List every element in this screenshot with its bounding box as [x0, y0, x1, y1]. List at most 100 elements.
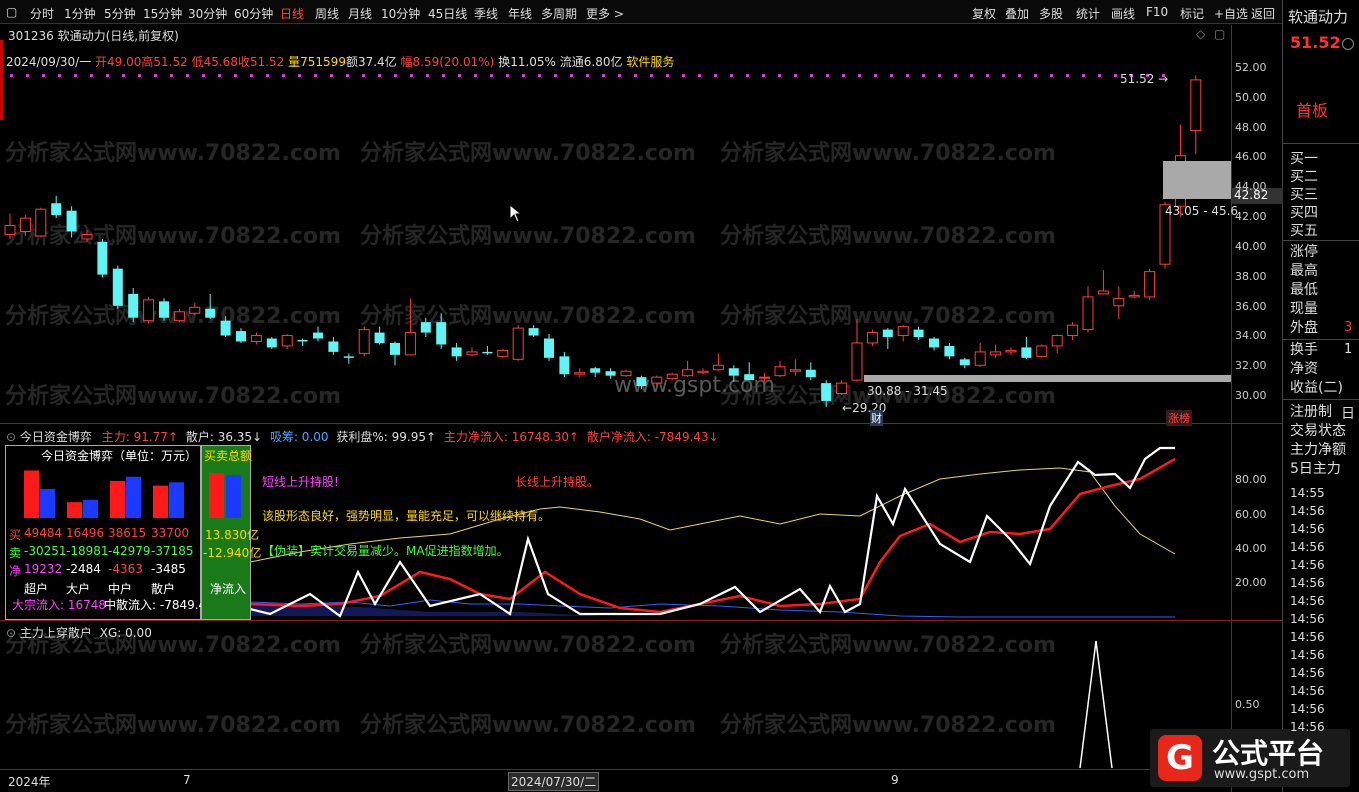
fund-bars — [24, 470, 184, 518]
board-label: 首板 — [1296, 101, 1329, 120]
candle-body — [544, 338, 554, 358]
candle-body — [944, 345, 955, 357]
bid-4: 买四 — [1290, 205, 1318, 221]
period-5min[interactable]: 5分钟 — [104, 5, 136, 22]
period-day[interactable]: 日线 — [280, 5, 304, 22]
candle-body — [220, 320, 231, 336]
limit-dot — [1082, 74, 1085, 78]
zhuli-value: 主力: 91.77↑ — [101, 430, 179, 444]
total-title: 买卖总额 — [204, 449, 253, 463]
candle-body — [666, 373, 678, 380]
period-30min[interactable]: 30分钟 — [188, 5, 227, 22]
candle-body — [112, 268, 123, 306]
limit-dot — [58, 74, 61, 78]
limit-dot — [650, 74, 653, 78]
fund-buy-bar — [153, 485, 168, 518]
candle-body — [836, 382, 848, 395]
period-more[interactable]: 更多 > — [586, 5, 624, 22]
candle-body — [682, 369, 694, 377]
period-month[interactable]: 月线 — [348, 5, 372, 22]
tick-time: 14:56 — [1290, 630, 1325, 644]
limit-dot — [906, 74, 909, 78]
candle-body — [590, 368, 601, 373]
stat-jingzi: 净资 — [1290, 361, 1318, 377]
col-sanhu: 散户 — [151, 582, 176, 596]
candle-body — [81, 233, 93, 240]
limit-dot — [26, 74, 29, 78]
limit-dot — [202, 74, 205, 78]
back-button[interactable]: 返回 — [1251, 5, 1275, 22]
sell-zhonghu: -42979 — [108, 544, 151, 558]
y-tick: 36.00 — [1235, 300, 1267, 313]
total-sell-bar — [226, 475, 241, 518]
period-45day[interactable]: 45日线 — [428, 5, 467, 22]
biaoji-button[interactable]: 标记 — [1180, 5, 1204, 22]
huaxian-button[interactable]: 画线 — [1111, 5, 1135, 22]
candle-body — [4, 225, 16, 235]
zixuan-button[interactable]: +自选 — [1214, 5, 1248, 22]
fund-panel-title: 今日资金博弈（单位：万元） — [41, 449, 198, 463]
y-tick: 50.00 — [1235, 91, 1267, 104]
period-fenshi[interactable]: 分时 — [30, 5, 54, 22]
divider — [1283, 339, 1359, 340]
divider — [0, 769, 1283, 770]
logo-main: 公式平台 — [1212, 737, 1325, 770]
candle-body — [205, 308, 216, 318]
candle-body — [866, 332, 878, 344]
candle-body — [404, 332, 416, 356]
candle-body — [297, 340, 308, 342]
diejia-button[interactable]: 叠加 — [1005, 5, 1029, 22]
period-15min[interactable]: 15分钟 — [143, 5, 182, 22]
period-week[interactable]: 周线 — [315, 5, 339, 22]
candle-body — [313, 332, 323, 339]
xg-line — [1079, 640, 1113, 769]
menu-icon[interactable]: ▢ — [6, 5, 17, 19]
candle-body — [744, 374, 755, 381]
tick-time: 14:56 — [1290, 558, 1325, 572]
signal-text-3: 该股形态良好，强势明显，量能充足，可以继续持有。 — [262, 509, 551, 523]
zhuli-net-value: 主力净流入: 16748.30↑ — [443, 430, 580, 444]
tick-time: 14:56 — [1290, 612, 1325, 626]
bid-5: 买五 — [1290, 223, 1318, 239]
period-1min[interactable]: 1分钟 — [64, 5, 96, 22]
limit-dot — [1034, 74, 1037, 78]
period-year[interactable]: 年线 — [508, 5, 532, 22]
info-icon[interactable] — [1342, 38, 1354, 50]
candle-body — [959, 359, 970, 366]
price-range-bar — [864, 375, 1231, 382]
limit-dot — [1098, 74, 1101, 78]
candle-body — [774, 366, 786, 377]
limit-dot — [74, 74, 77, 78]
candle-body — [1036, 345, 1048, 357]
limit-dot — [858, 74, 861, 78]
fuquan-button[interactable]: 复权 — [972, 5, 996, 22]
limit-dot — [778, 74, 781, 78]
candle-body — [236, 331, 246, 342]
period-season[interactable]: 季线 — [474, 5, 498, 22]
zhangbang-marker[interactable]: 涨榜 — [1166, 410, 1192, 426]
period-multi[interactable]: 多周期 — [541, 5, 577, 22]
tick-time: 14:56 — [1290, 648, 1325, 662]
cai-marker[interactable]: 财 — [870, 410, 883, 426]
candlestick-chart[interactable] — [0, 25, 1231, 423]
tongji-button[interactable]: 统计 — [1076, 5, 1100, 22]
candle-body — [143, 299, 155, 322]
indicator1-name[interactable]: 今日资金博弈 — [20, 430, 92, 444]
period-60min[interactable]: 60分钟 — [234, 5, 273, 22]
candle-body — [420, 322, 431, 333]
limit-dot — [170, 74, 173, 78]
candle-body — [343, 356, 354, 358]
buy-sanhu: 33700 — [151, 526, 190, 540]
limit-dot — [586, 74, 589, 78]
f10-button[interactable]: F10 — [1146, 5, 1168, 19]
collapse-icon[interactable]: ⊙ — [6, 430, 16, 444]
limit-dot — [762, 74, 765, 78]
limit-dot — [250, 74, 253, 78]
duogu-button[interactable]: 多股 — [1039, 5, 1063, 22]
candle-body — [436, 322, 447, 345]
limit-dot — [490, 74, 493, 78]
period-10min[interactable]: 10分钟 — [381, 5, 420, 22]
limit-dot — [314, 74, 317, 78]
indicator2-chart[interactable] — [0, 621, 1231, 769]
total-bars — [209, 473, 241, 518]
